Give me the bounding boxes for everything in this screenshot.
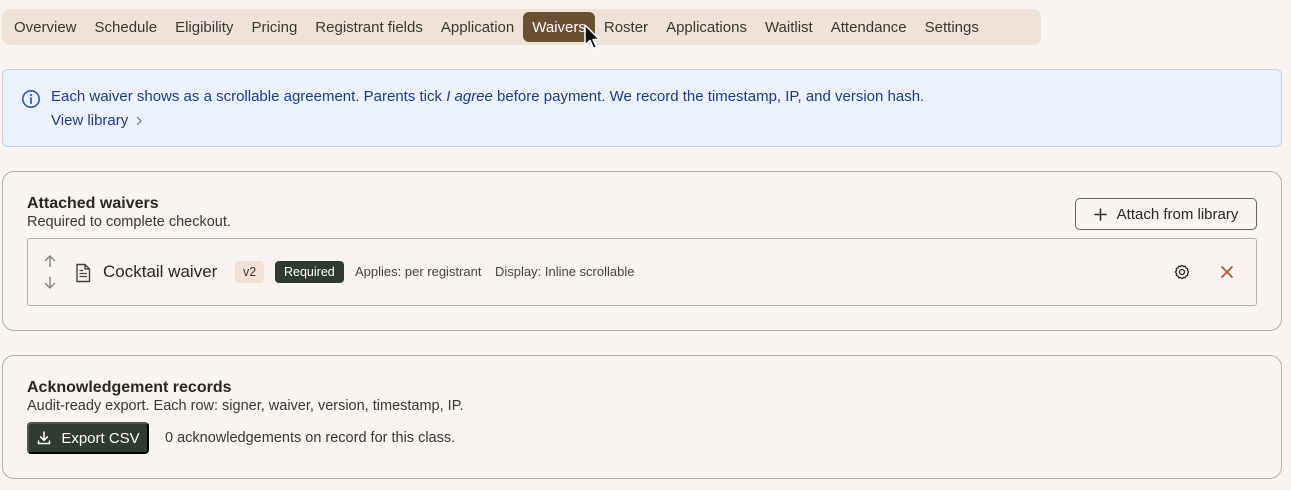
version-badge: v2 xyxy=(235,261,265,283)
tab-applications[interactable]: Applications xyxy=(657,12,756,42)
arrow-down-icon[interactable] xyxy=(42,275,58,291)
display-text: Display: Inline scrollable xyxy=(495,264,635,279)
waiver-name: Cocktail waiver xyxy=(103,262,218,281)
tab-schedule[interactable]: Schedule xyxy=(86,12,167,42)
tab-attendance[interactable]: Attendance xyxy=(822,12,916,42)
info-banner: Each waiver shows as a scrollable agreem… xyxy=(2,69,1282,147)
info-message: Each waiver shows as a scrollable agreem… xyxy=(51,88,925,105)
records-subtitle: Audit-ready export. Each row: signer, wa… xyxy=(27,398,464,414)
export-csv-button[interactable]: Export CSV xyxy=(27,422,149,454)
records-count: 0 acknowledgements on record for this cl… xyxy=(165,430,456,446)
info-icon xyxy=(22,90,40,108)
view-library-label: View library xyxy=(51,112,129,129)
waiver-row: Cocktail waiver v2 Required Applies: per… xyxy=(27,238,1257,306)
tab-roster[interactable]: Roster xyxy=(595,12,657,42)
tab-waivers[interactable]: Waivers xyxy=(523,12,595,42)
attached-waivers-subtitle: Required to complete checkout. xyxy=(27,214,231,230)
attach-button-label: Attach from library xyxy=(1116,205,1239,223)
tab-application[interactable]: Application xyxy=(432,12,523,42)
arrow-up-icon[interactable] xyxy=(42,253,58,269)
view-library-link[interactable]: View library xyxy=(51,112,144,129)
attached-waivers-title: Attached waivers xyxy=(27,195,159,212)
applies-text: Applies: per registrant xyxy=(355,264,482,279)
tab-bar: Overview Schedule Eligibility Pricing Re… xyxy=(2,9,1041,45)
document-icon xyxy=(76,263,91,283)
plus-icon xyxy=(1093,207,1107,221)
tab-settings[interactable]: Settings xyxy=(916,12,988,42)
attached-waivers-card: Attached waivers Required to complete ch… xyxy=(2,171,1282,331)
export-button-label: Export CSV xyxy=(61,429,140,447)
tab-registrant-fields[interactable]: Registrant fields xyxy=(306,12,432,42)
close-icon[interactable] xyxy=(1219,264,1235,280)
acknowledgement-records-card: Acknowledgement records Audit-ready expo… xyxy=(2,355,1282,479)
tab-waitlist[interactable]: Waitlist xyxy=(756,12,822,42)
chevron-right-icon xyxy=(137,116,142,125)
tab-overview[interactable]: Overview xyxy=(5,12,86,42)
required-badge: Required xyxy=(275,261,344,283)
info-emphasis: I agree xyxy=(446,88,493,105)
records-title: Acknowledgement records xyxy=(27,379,232,396)
gear-icon[interactable] xyxy=(1173,263,1191,281)
download-icon xyxy=(38,431,51,445)
tab-eligibility[interactable]: Eligibility xyxy=(166,12,242,42)
tab-pricing[interactable]: Pricing xyxy=(242,12,306,42)
attach-from-library-button[interactable]: Attach from library xyxy=(1075,198,1257,230)
